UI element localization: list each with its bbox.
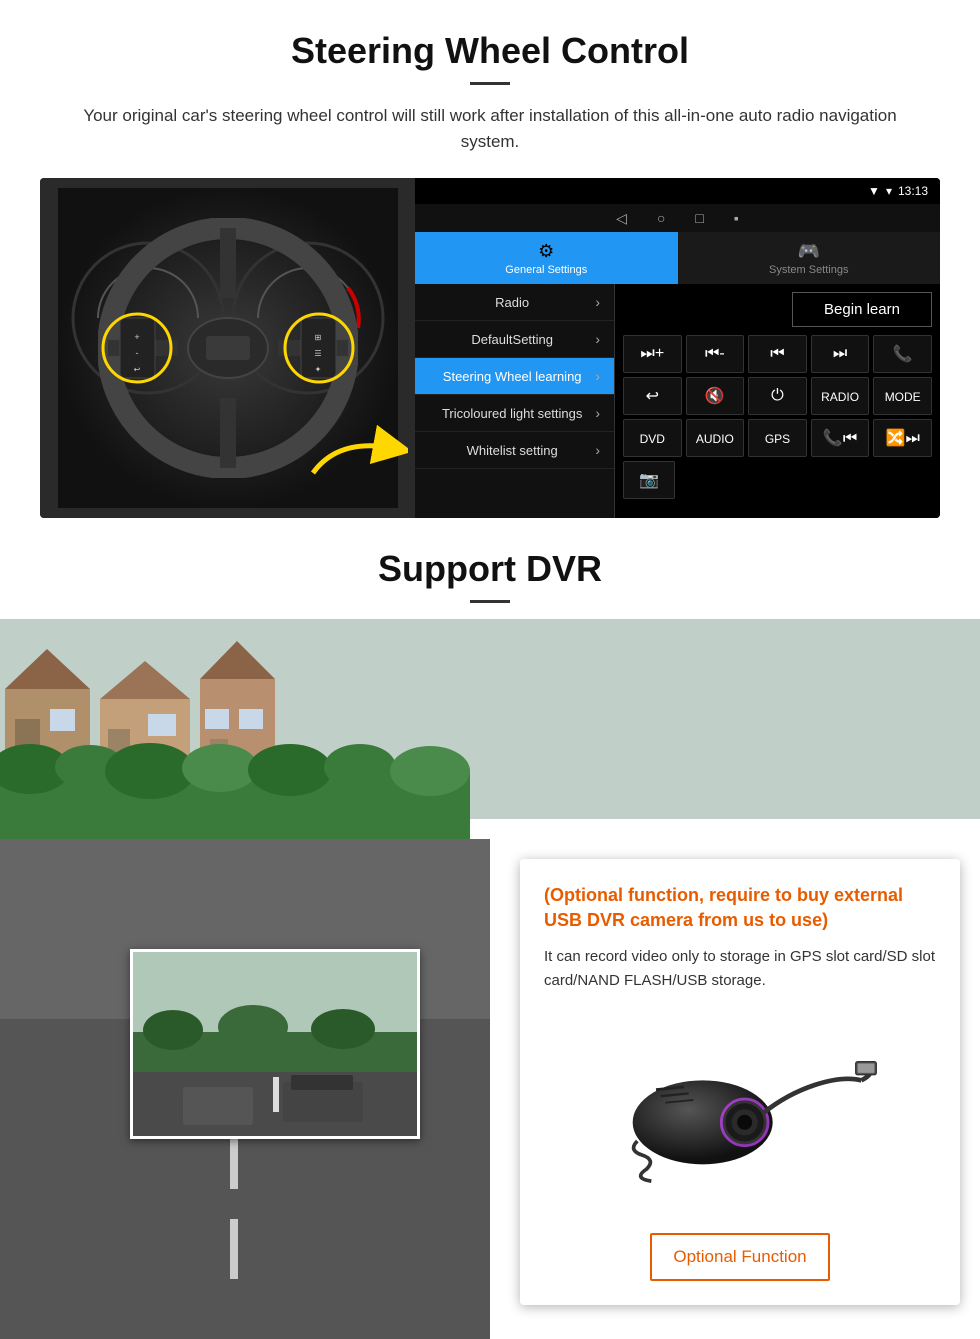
steering-wheel-section: Steering Wheel Control Your original car…: [0, 0, 980, 518]
menu-arrow-radio: ›: [595, 294, 600, 310]
svg-text:☰: ☰: [314, 349, 321, 358]
recents-icon: □: [695, 210, 703, 226]
tab-system-label: System Settings: [769, 264, 848, 276]
ctrl-power[interactable]: ⏻: [748, 377, 807, 415]
home-icon: ○: [657, 210, 665, 226]
back-call-icon: ↩: [646, 388, 659, 405]
vol-down-icon: ⏮-: [705, 345, 725, 362]
menu-default-label: DefaultSetting: [429, 332, 595, 347]
ctrl-back[interactable]: ↩: [623, 377, 682, 415]
menu-arrow-tricolour: ›: [595, 405, 600, 421]
menu-item-default[interactable]: DefaultSetting ›: [415, 321, 614, 358]
tab-general-label: General Settings: [505, 264, 587, 276]
menu-icon: ▪: [734, 210, 739, 226]
dvr-device-svg: [600, 1023, 880, 1203]
controls-row4: 📷: [623, 461, 932, 499]
mode-label: MODE: [885, 390, 921, 404]
wifi-icon: ▾: [886, 184, 892, 198]
phone-prev-icon: 📞⏮: [823, 430, 857, 447]
back-icon: ◁: [616, 210, 627, 226]
steering-photo: + - ↩ ⊞ ☰ ✦: [40, 178, 415, 518]
gps-label: GPS: [765, 432, 790, 446]
menu-item-steering[interactable]: Steering Wheel learning ›: [415, 358, 614, 395]
menu-arrow-whitelist: ›: [595, 442, 600, 458]
android-navbar: ◁ ○ □ ▪: [415, 204, 940, 232]
control-panel: Begin learn ⏭+ ⏮- ⏮ ⏭ 📞 ↩ 🔇 ⏻: [615, 284, 940, 518]
prev-icon: ⏮: [770, 345, 784, 362]
dvr-thumb-inner: [133, 952, 417, 1136]
svg-text:-: -: [135, 348, 138, 358]
ctrl-camera[interactable]: 📷: [623, 461, 675, 499]
dvr-divider: [470, 600, 510, 603]
ctrl-radio[interactable]: RADIO: [811, 377, 870, 415]
signal-icon: ▼: [868, 184, 880, 198]
general-settings-icon: ⚙: [538, 241, 554, 262]
menu-arrow-default: ›: [595, 331, 600, 347]
controls-row1: ⏭+ ⏮- ⏮ ⏭ 📞: [623, 335, 932, 373]
dvr-device-image: [544, 1013, 936, 1213]
power-icon: ⏻: [771, 387, 784, 404]
menu-radio-label: Radio: [429, 295, 595, 310]
begin-learn-button[interactable]: Begin learn: [792, 292, 932, 327]
dvr-preview-thumbnail: [130, 949, 420, 1139]
tab-general-settings[interactable]: ⚙ General Settings: [415, 232, 678, 284]
ctrl-mute[interactable]: 🔇: [686, 377, 745, 415]
ctrl-phone-prev[interactable]: 📞⏮: [811, 419, 870, 457]
dvr-title: Support DVR: [40, 548, 940, 590]
dvr-description: It can record video only to storage in G…: [544, 945, 936, 993]
menu-steering-label: Steering Wheel learning: [429, 369, 595, 384]
dvr-composite: (Optional function, require to buy exter…: [0, 619, 980, 1339]
menu-item-tricolour[interactable]: Tricoloured light settings ›: [415, 395, 614, 432]
ctrl-shuffle-next[interactable]: 🔀⏭: [873, 419, 932, 457]
camera-icon: 📷: [639, 472, 659, 489]
dvr-section: Support DVR: [0, 518, 980, 1339]
section-subtitle: Your original car's steering wheel contr…: [60, 103, 920, 154]
tab-system-settings[interactable]: 🎮 System Settings: [678, 232, 941, 284]
audio-label: AUDIO: [696, 432, 734, 446]
ctrl-audio[interactable]: AUDIO: [686, 419, 745, 457]
android-content: Radio › DefaultSetting › Steering Wheel …: [415, 284, 940, 518]
controls-row2: ↩ 🔇 ⏻ RADIO MODE: [623, 377, 932, 415]
ctrl-phone[interactable]: 📞: [873, 335, 932, 373]
ctrl-gps[interactable]: GPS: [748, 419, 807, 457]
android-panel: ▼ ▾ 13:13 ◁ ○ □ ▪ ⚙ General Settings 🎮 S…: [415, 178, 940, 518]
begin-learn-row: Begin learn: [623, 292, 932, 327]
ctrl-dvd[interactable]: DVD: [623, 419, 682, 457]
page-title: Steering Wheel Control: [40, 30, 940, 72]
steering-bg: + - ↩ ⊞ ☰ ✦: [58, 188, 398, 508]
menu-arrow-steering: ›: [595, 368, 600, 384]
svg-text:✦: ✦: [314, 365, 321, 374]
ctrl-vol-down[interactable]: ⏮-: [686, 335, 745, 373]
dvr-info-box: (Optional function, require to buy exter…: [520, 859, 960, 1305]
dvr-optional-title: (Optional function, require to buy exter…: [544, 883, 936, 933]
radio-label: RADIO: [821, 390, 859, 404]
optional-function-button[interactable]: Optional Function: [650, 1233, 830, 1281]
menu-tricolour-label: Tricoloured light settings: [429, 406, 595, 421]
ctrl-vol-up[interactable]: ⏭+: [623, 335, 682, 373]
android-statusbar: ▼ ▾ 13:13: [415, 178, 940, 204]
ctrl-prev[interactable]: ⏮: [748, 335, 807, 373]
mute-icon: 🔇: [705, 388, 725, 405]
dvr-title-area: Support DVR: [0, 518, 980, 619]
status-time: 13:13: [898, 184, 928, 198]
ctrl-next[interactable]: ⏭: [811, 335, 870, 373]
svg-text:+: +: [134, 332, 139, 342]
phone-icon: 📞: [893, 346, 913, 363]
ctrl-mode[interactable]: MODE: [873, 377, 932, 415]
controls-row3: DVD AUDIO GPS 📞⏮ 🔀⏭: [623, 419, 932, 457]
svg-text:⊞: ⊞: [314, 333, 321, 342]
steering-composite: + - ↩ ⊞ ☰ ✦: [40, 178, 940, 518]
shuffle-next-icon: 🔀⏭: [886, 430, 920, 447]
vol-up-icon: ⏭+: [640, 345, 664, 362]
system-settings-icon: 🎮: [798, 241, 820, 262]
settings-menu: Radio › DefaultSetting › Steering Wheel …: [415, 284, 615, 518]
android-tabs: ⚙ General Settings 🎮 System Settings: [415, 232, 940, 284]
menu-item-whitelist[interactable]: Whitelist setting ›: [415, 432, 614, 469]
dvd-label: DVD: [640, 432, 665, 446]
title-divider: [470, 82, 510, 85]
menu-item-radio[interactable]: Radio ›: [415, 284, 614, 321]
next-icon: ⏭: [833, 345, 847, 362]
svg-text:↩: ↩: [133, 365, 140, 374]
menu-whitelist-label: Whitelist setting: [429, 443, 595, 458]
